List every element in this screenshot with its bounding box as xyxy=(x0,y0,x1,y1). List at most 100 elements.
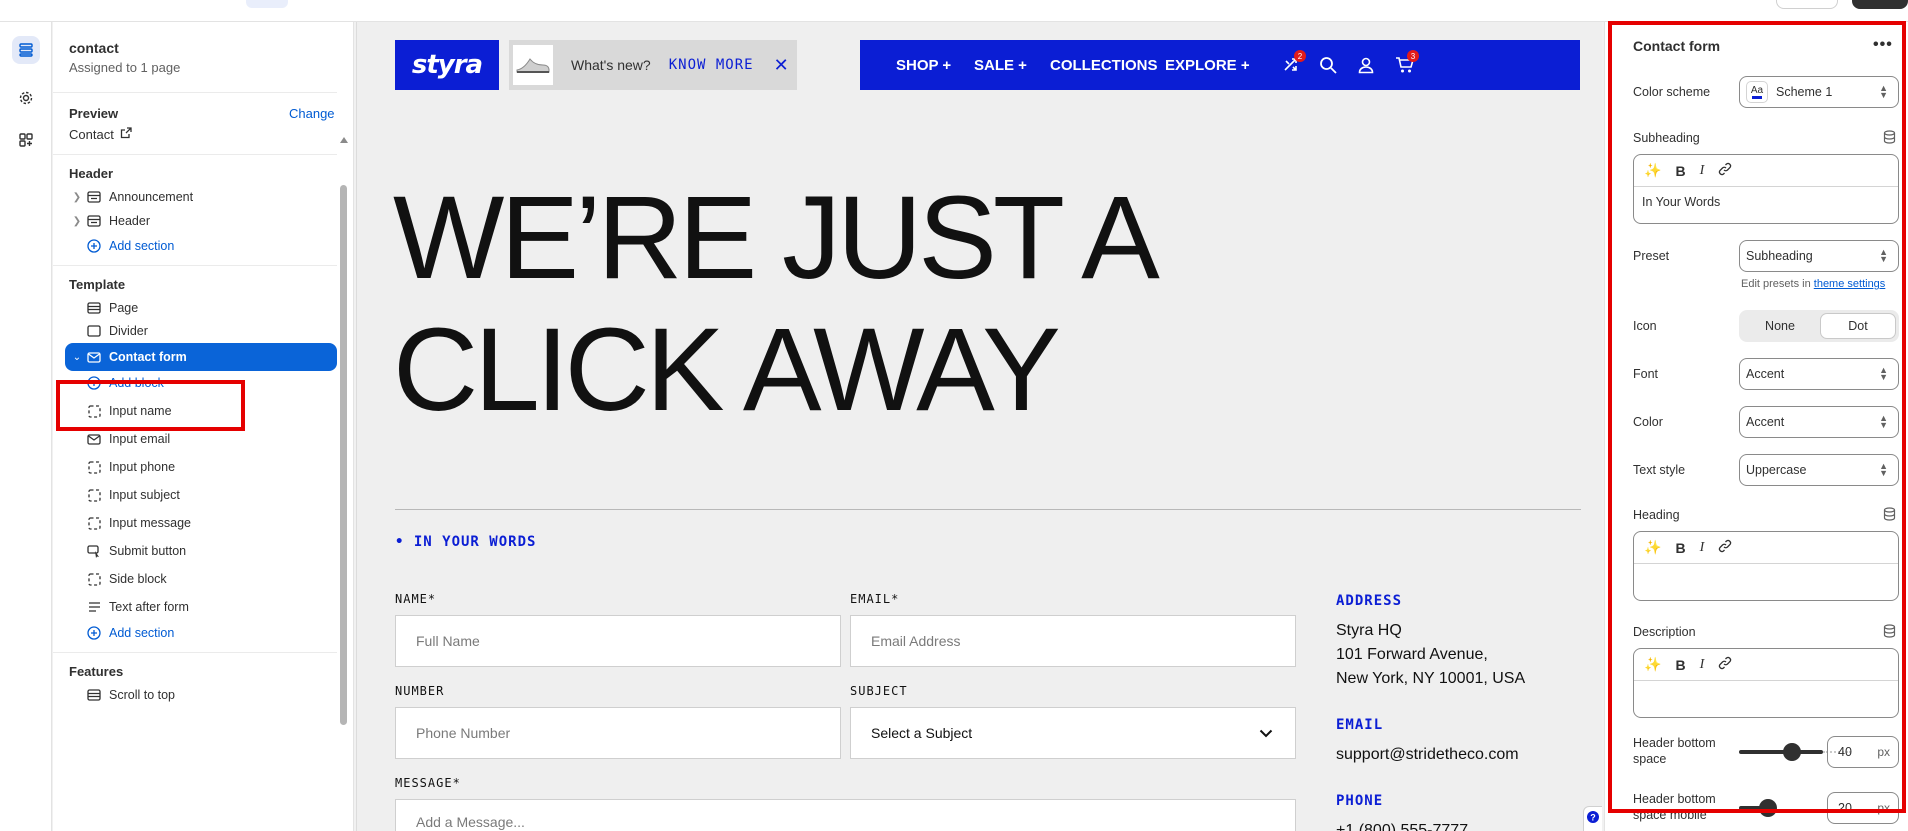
top-bar-button[interactable] xyxy=(1776,0,1838,9)
close-icon[interactable]: ✕ xyxy=(774,55,789,76)
icon-option-dot[interactable]: Dot xyxy=(1820,313,1896,339)
block-input-phone[interactable]: Input phone xyxy=(85,453,353,481)
more-options-icon[interactable]: ••• xyxy=(1873,36,1893,54)
block-input-name[interactable]: Input name xyxy=(85,397,353,425)
scroll-up-arrow[interactable] xyxy=(340,137,348,143)
link-icon[interactable] xyxy=(1718,656,1732,673)
email-placeholder: Email Address xyxy=(871,633,961,649)
name-input[interactable]: Full Name xyxy=(395,615,841,667)
top-bar-tab[interactable] xyxy=(246,0,288,8)
address-line: Styra HQ xyxy=(1336,622,1402,639)
nav-sale[interactable]: SALE + xyxy=(974,57,1027,74)
nav-shop[interactable]: SHOP + xyxy=(896,57,951,74)
header-bottom-mobile-input[interactable]: 20 px xyxy=(1827,792,1899,824)
link-icon[interactable] xyxy=(1718,539,1732,556)
color-scheme-label: Color scheme xyxy=(1633,85,1711,99)
sections-icon[interactable] xyxy=(12,36,40,64)
link-icon[interactable] xyxy=(1718,162,1732,179)
dashed-box-icon xyxy=(85,460,103,474)
database-icon[interactable] xyxy=(1883,507,1897,521)
add-section-button[interactable]: Add section xyxy=(69,619,337,647)
chevron-down-icon[interactable]: ⌄ xyxy=(69,352,85,363)
italic-button[interactable]: I xyxy=(1700,163,1705,179)
nav-explore[interactable]: EXPLORE + xyxy=(1165,57,1250,74)
chevron-right-icon[interactable]: ❯ xyxy=(69,192,85,203)
add-block-button[interactable]: Add block xyxy=(85,369,353,397)
tree-item-label: Page xyxy=(109,301,139,315)
ai-sparkle-icon[interactable]: ✨ xyxy=(1644,656,1661,673)
block-text-after-form[interactable]: Text after form xyxy=(85,593,353,621)
subheading-editor[interactable]: ✨ B I In Your Words xyxy=(1633,154,1899,224)
store-logo[interactable]: styra xyxy=(395,40,499,90)
italic-button[interactable]: I xyxy=(1700,540,1705,556)
support-phone[interactable]: +1 (800) 555-7777 xyxy=(1336,819,1468,831)
apps-icon[interactable] xyxy=(12,126,40,154)
phone-heading: PHONE xyxy=(1336,793,1384,809)
block-input-email[interactable]: Input email xyxy=(85,425,353,453)
features-group-heading: Features xyxy=(69,664,124,679)
phone-input[interactable]: Phone Number xyxy=(395,707,841,759)
header-bottom-mobile-label: Header bottom space mobile xyxy=(1633,792,1716,822)
color-scheme-select[interactable]: Aa Scheme 1 ▲ ▼ xyxy=(1739,76,1899,108)
slider-knob[interactable] xyxy=(1783,743,1801,761)
add-section-label: Add section xyxy=(109,239,175,253)
know-more-link[interactable]: KNOW MORE xyxy=(669,57,754,73)
block-submit-button[interactable]: Submit button xyxy=(85,537,353,565)
font-select[interactable]: Accent ▲ ▼ xyxy=(1739,358,1899,390)
tree-item-scroll-to-top[interactable]: Scroll to top xyxy=(69,681,337,709)
ai-sparkle-icon[interactable]: ✨ xyxy=(1644,539,1661,556)
block-side-block[interactable]: Side block xyxy=(85,565,353,593)
bold-button[interactable]: B xyxy=(1675,540,1685,556)
email-input[interactable]: Email Address xyxy=(850,615,1296,667)
preset-select[interactable]: Subheading ▲ ▼ xyxy=(1739,240,1899,272)
change-preview-link[interactable]: Change xyxy=(289,106,335,121)
block-input-subject[interactable]: Input subject xyxy=(85,481,353,509)
chevron-right-icon[interactable]: ❯ xyxy=(69,216,85,227)
header-bottom-input[interactable]: 40 px xyxy=(1827,736,1899,768)
database-icon[interactable] xyxy=(1883,624,1897,638)
compare-icon[interactable]: 2 xyxy=(1280,50,1306,76)
bold-button[interactable]: B xyxy=(1675,657,1685,673)
page-assignment: Assigned to 1 page xyxy=(69,60,181,75)
block-label: Input message xyxy=(109,516,191,530)
ai-sparkle-icon[interactable]: ✨ xyxy=(1644,162,1661,179)
preview-page-link[interactable]: Contact xyxy=(69,127,132,142)
italic-button[interactable]: I xyxy=(1700,657,1705,673)
header-bottom-mobile-value: 20 xyxy=(1838,801,1852,815)
account-icon[interactable] xyxy=(1355,54,1377,76)
nav-collections[interactable]: COLLECTIONS xyxy=(1050,57,1158,74)
header-bottom-mobile-slider[interactable] xyxy=(1739,799,1777,817)
block-input-message[interactable]: Input message xyxy=(85,509,353,537)
cart-icon[interactable]: 3 xyxy=(1393,50,1419,76)
heading-text-area[interactable] xyxy=(1634,564,1898,580)
text-style-select[interactable]: Uppercase ▲ ▼ xyxy=(1739,454,1899,486)
gear-icon[interactable] xyxy=(12,84,40,112)
scrollbar-thumb[interactable] xyxy=(340,185,347,725)
search-icon[interactable] xyxy=(1317,54,1339,76)
tree-item-divider[interactable]: Divider xyxy=(69,318,337,338)
header-bottom-slider[interactable] xyxy=(1739,743,1823,761)
subheading-value[interactable]: In Your Words xyxy=(1634,187,1898,217)
help-tab[interactable]: ? xyxy=(1583,806,1602,831)
color-select[interactable]: Accent ▲ ▼ xyxy=(1739,406,1899,438)
color-label: Color xyxy=(1633,415,1663,429)
icon-option-none[interactable]: None xyxy=(1742,313,1818,339)
slider-knob[interactable] xyxy=(1759,799,1777,817)
description-text-area[interactable] xyxy=(1634,681,1898,697)
message-input[interactable]: Add a Message... xyxy=(395,799,1296,831)
tree-item-contact-form[interactable]: ⌄ Contact form xyxy=(65,343,337,371)
theme-settings-link[interactable]: theme settings xyxy=(1814,278,1886,290)
support-email[interactable]: support@stridetheco.com xyxy=(1336,743,1519,767)
heading-editor[interactable]: ✨ B I xyxy=(1633,531,1899,601)
subject-select[interactable]: Select a Subject xyxy=(850,707,1296,759)
description-editor[interactable]: ✨ B I xyxy=(1633,648,1899,718)
rte-toolbar: ✨ B I xyxy=(1634,155,1898,187)
tree-item-label: Contact form xyxy=(109,350,187,364)
scrollbar[interactable] xyxy=(340,137,348,737)
tree-item-header[interactable]: ❯ Header xyxy=(69,207,337,235)
add-section-button[interactable]: Add section xyxy=(69,232,337,260)
database-icon[interactable] xyxy=(1883,130,1897,144)
bold-button[interactable]: B xyxy=(1675,163,1685,179)
sections-panel: contact Assigned to 1 page Preview Chang… xyxy=(53,22,354,831)
save-button[interactable] xyxy=(1852,0,1908,9)
